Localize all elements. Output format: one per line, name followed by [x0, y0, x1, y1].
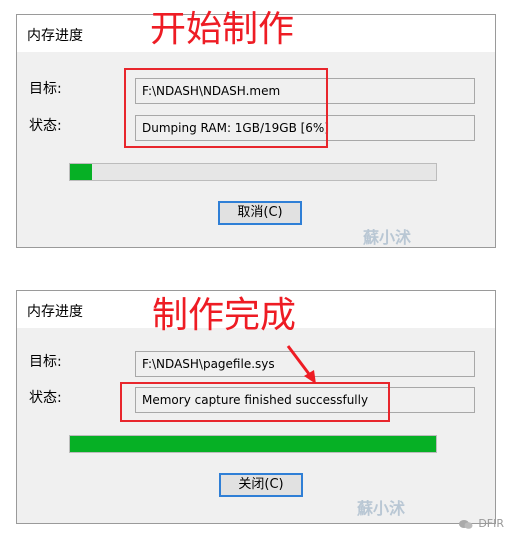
watermark-text: 蘇小沭 [357, 499, 406, 518]
progress-bar [69, 435, 437, 453]
progress-bar [69, 163, 437, 181]
cancel-button[interactable]: 取消(C) [218, 201, 302, 225]
target-label: 目标: [29, 354, 62, 370]
watermark-text: 蘇小沭 [363, 228, 412, 247]
annotation-arrow [286, 345, 316, 384]
target-label: 目标: [29, 81, 62, 97]
footer-credit: DFIR [458, 517, 504, 530]
progress-fill [70, 436, 436, 452]
highlight-box-complete [120, 382, 390, 422]
progress-fill [70, 164, 92, 180]
status-label: 状态: [29, 118, 62, 134]
status-label: 状态: [29, 390, 62, 406]
dialog-title: 内存进度 [27, 28, 83, 44]
footer-text: DFIR [478, 517, 504, 530]
highlight-box-start [124, 68, 328, 148]
wechat-icon [458, 519, 473, 529]
annotation-start: 开始制作 [150, 9, 295, 50]
annotation-complete: 制作完成 [152, 295, 297, 336]
close-button[interactable]: 关闭(C) [219, 473, 303, 497]
dialog-title: 内存进度 [27, 304, 83, 320]
